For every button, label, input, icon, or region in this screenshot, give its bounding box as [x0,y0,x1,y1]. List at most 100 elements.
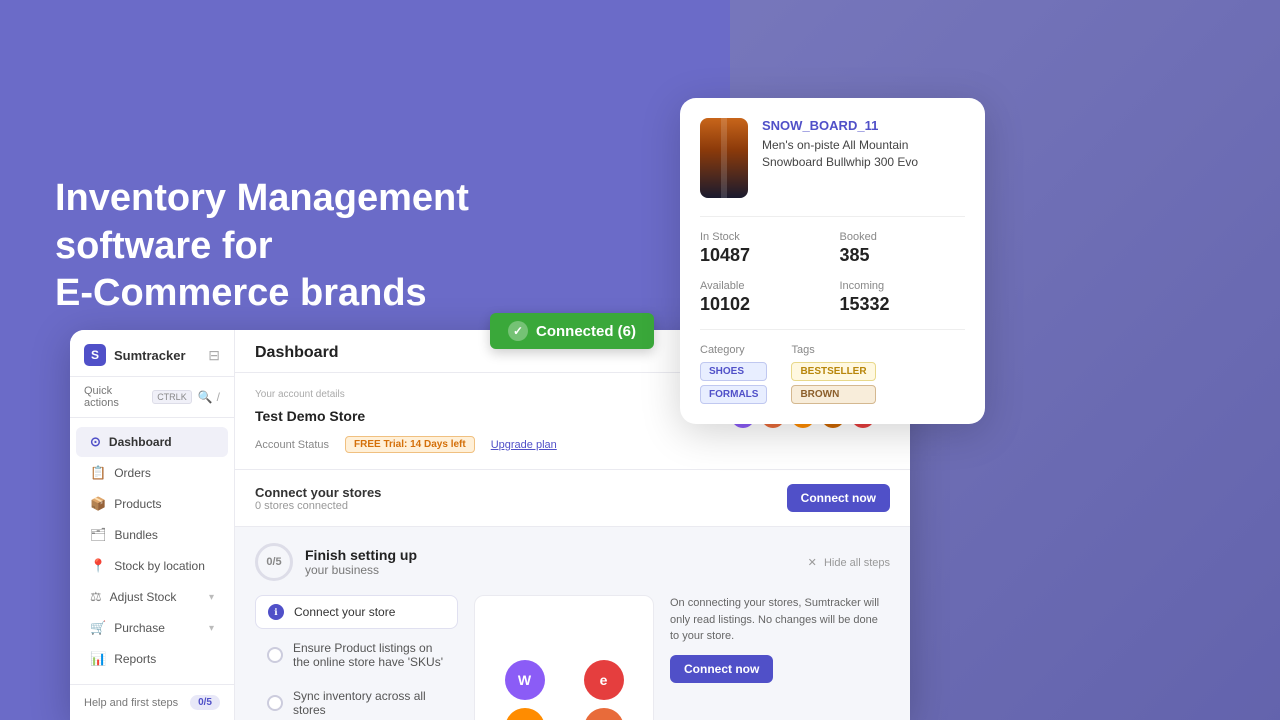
etsy-logo: ε [584,708,624,720]
quick-actions-icons: 🔍 / [198,390,220,404]
category-tags: SHOES FORMALS [700,362,767,404]
sidebar-item-label: Stock by location [114,559,205,573]
connect-stores-left: Connect your stores 0 stores connected [255,485,381,512]
product-image [700,118,748,198]
slash-icon[interactable]: / [217,390,220,404]
sidebar-item-bundles[interactable]: 🗂 Bundles [76,520,228,550]
product-info: SNOW_BOARD_11 Men's on-piste All Mountai… [762,118,965,171]
connect-button-small[interactable]: Connect now [670,655,773,683]
step-label-3: Sync inventory across all stores [293,689,446,717]
sidebar-item-label: Orders [114,466,151,480]
main-title: Dashboard [255,344,339,362]
setup-section: 0/5 Finish setting up your business ✕ Hi… [235,527,910,720]
bundles-icon: 🗂 [90,527,107,543]
sidebar-item-products[interactable]: 📦 Products [76,489,228,519]
setup-progress-circle: 0/5 [255,543,293,581]
setup-header: 0/5 Finish setting up your business ✕ Hi… [255,543,890,581]
search-icon[interactable]: 🔍 [198,390,213,404]
sidebar-item-dashboard[interactable]: ⊙ Dashboard [76,427,228,457]
step-2[interactable]: Ensure Product listings on the online st… [255,633,458,677]
connected-badge[interactable]: ✓ Connected (6) [490,313,654,349]
step-1[interactable]: ℹ Connect your store [255,595,458,629]
sidebar-item-purchase[interactable]: 🛒 Purchase ▾ [76,613,228,643]
trial-badge: FREE Trial: 14 Days left [345,436,475,453]
tag-brown: BROWN [791,385,875,404]
connect-now-button[interactable]: Connect now [787,484,890,512]
connected-label: Connected (6) [536,323,636,340]
logo-icon: S [84,344,106,366]
ebay-logo: e [584,660,624,700]
product-card-header: SNOW_BOARD_11 Men's on-piste All Mountai… [700,118,965,198]
close-icon: ✕ [808,557,817,569]
orders-icon: 📋 [90,465,106,481]
stat-incoming: Incoming 15332 [840,280,966,315]
connect-stores-section: Connect your stores 0 stores connected C… [235,470,910,527]
sidebar-logo: S Sumtracker ⊟ [70,330,234,377]
amazon-logo: a [505,708,545,720]
connect-stores-subtitle: 0 stores connected [255,500,381,512]
logo-text: Sumtracker [114,348,186,363]
hide-steps-label: Hide all steps [824,557,890,569]
store-logos-grid: W e a ε [489,660,639,720]
products-icon: 📦 [90,496,106,512]
tag-shoes: SHOES [700,362,767,381]
stat-booked: Booked 385 [840,231,966,266]
dashboard-icon: ⊙ [90,434,101,450]
sidebar-item-label: Dashboard [109,435,172,449]
tags-section: Tags BESTSELLER BROWN [791,344,875,404]
kbd-ctrlk: CTRLK [152,390,192,404]
account-status-row: Account Status FREE Trial: 14 Days left … [255,436,890,453]
expand-icon: ▾ [209,623,214,634]
logo-group: S Sumtracker [84,344,186,366]
sidebar-item-settings[interactable]: ⚙ Settings [76,675,228,684]
tags-label: Tags [791,344,875,356]
tag-formals: FORMALS [700,385,767,404]
sidebar: S Sumtracker ⊟ Quick actions CTRLK 🔍 / ⊙… [70,330,235,720]
stat-in-stock: In Stock 10487 [700,231,826,266]
footer-label: Help and first steps [84,697,178,709]
sidebar-item-adjust-stock[interactable]: ⚖ Adjust Stock ▾ [76,582,228,612]
upgrade-link[interactable]: Upgrade plan [491,439,557,451]
woo-logo: W [505,660,545,700]
incoming-label: Incoming [840,280,966,292]
available-value: 10102 [700,294,826,315]
quick-actions-label: Quick actions [84,385,146,409]
step-3[interactable]: Sync inventory across all stores [255,681,458,720]
sidebar-item-label: Adjust Stock [110,590,177,604]
setup-title-block: 0/5 Finish setting up your business [255,543,417,581]
footer-progress: 0/5 [190,695,220,710]
store-logos-panel: W e a ε [474,595,654,720]
sidebar-collapse-icon[interactable]: ⊟ [208,347,220,364]
product-description: Men's on-piste All Mountain Snowboard Bu… [762,137,965,171]
sidebar-item-label: Reports [114,652,156,666]
product-id: SNOW_BOARD_11 [762,118,965,133]
setup-title-text: Finish setting up your business [305,547,417,577]
step-dot-1: ℹ [268,604,284,620]
sidebar-item-reports[interactable]: 📊 Reports [76,644,228,674]
sidebar-item-stock-by-location[interactable]: 📍 Stock by location [76,551,228,581]
product-stats: In Stock 10487 Booked 385 Available 1010… [700,216,965,315]
connected-icon: ✓ [508,321,528,341]
connect-info-text: On connecting your stores, Sumtracker wi… [670,595,890,645]
reports-icon: 📊 [90,651,106,667]
category-section: Category SHOES FORMALS [700,344,767,404]
sidebar-item-label: Purchase [114,621,165,635]
setup-steps: ℹ Connect your store Ensure Product list… [255,595,458,720]
sidebar-footer[interactable]: Help and first steps 0/5 [70,684,234,720]
status-label: Account Status [255,439,329,451]
connect-stores-title: Connect your stores [255,485,381,500]
product-meta: Category SHOES FORMALS Tags BESTSELLER B… [700,329,965,404]
step-label-1: Connect your store [294,605,395,619]
sidebar-item-label: Products [114,497,161,511]
hide-steps[interactable]: ✕ Hide all steps [808,556,890,569]
in-stock-label: In Stock [700,231,826,243]
setup-content: ℹ Connect your store Ensure Product list… [255,595,890,720]
quick-actions[interactable]: Quick actions CTRLK 🔍 / [70,377,234,418]
setup-subtitle: your business [305,563,417,577]
sidebar-item-orders[interactable]: 📋 Orders [76,458,228,488]
expand-icon: ▾ [209,592,214,603]
available-label: Available [700,280,826,292]
nav-items: ⊙ Dashboard 📋 Orders 📦 Products 🗂 Bundle… [70,418,234,684]
product-card: SNOW_BOARD_11 Men's on-piste All Mountai… [680,98,985,424]
adjust-icon: ⚖ [90,589,102,605]
